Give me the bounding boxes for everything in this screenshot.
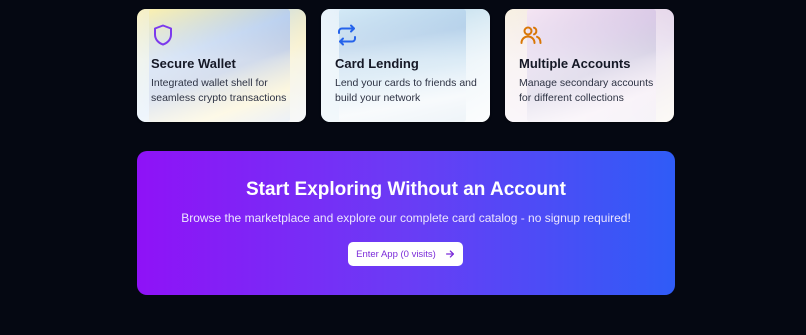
feature-title: Card Lending xyxy=(335,56,419,71)
feature-cards: Secure Wallet Integrated wallet shell fo… xyxy=(137,9,674,122)
repeat-arrows-icon xyxy=(338,24,356,46)
page: Secure Wallet Integrated wallet shell fo… xyxy=(0,0,806,335)
enter-app-label: Enter App (0 visits) xyxy=(356,248,436,260)
feature-description: Integrated wallet shell for seamless cry… xyxy=(151,77,287,104)
feature-card-secure-wallet: Secure Wallet Integrated wallet shell fo… xyxy=(137,9,306,122)
feature-description: Manage secondary accounts for different … xyxy=(519,77,654,104)
cta-title: Start Exploring Without an Account xyxy=(245,179,566,200)
feature-card-multiple-accounts: Multiple Accounts Manage secondary accou… xyxy=(505,9,674,122)
shield-icon xyxy=(154,24,172,46)
feature-title: Multiple Accounts xyxy=(519,56,631,71)
feature-title: Secure Wallet xyxy=(151,56,236,71)
cta-banner: Start Exploring Without an Account Brows… xyxy=(137,151,675,295)
users-icon xyxy=(520,26,542,44)
cta-subtitle: Browse the marketplace and explore our c… xyxy=(181,211,631,225)
enter-app-button[interactable]: Enter App (0 visits) xyxy=(348,242,463,266)
arrow-right-icon xyxy=(445,250,454,258)
feature-card-card-lending: Card Lending Lend your cards to friends … xyxy=(321,9,490,122)
feature-description: Lend your cards to friends and build you… xyxy=(335,77,477,104)
